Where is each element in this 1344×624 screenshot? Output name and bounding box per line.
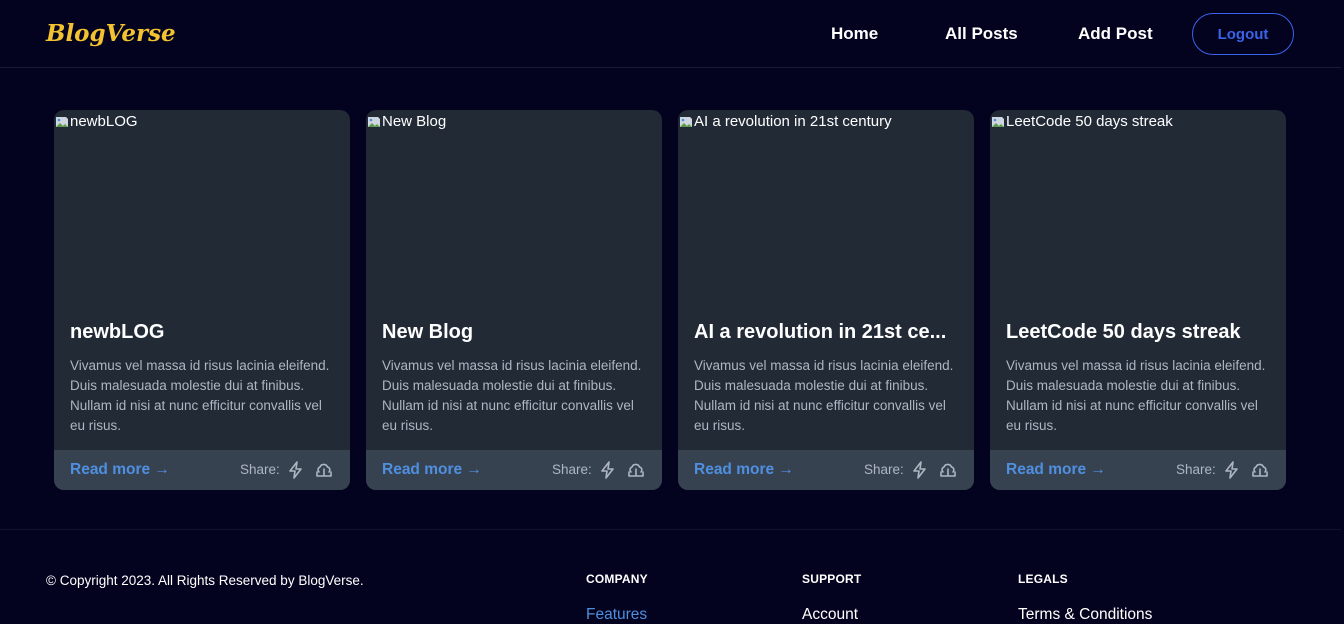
read-more-link[interactable]: Read more → bbox=[1006, 461, 1106, 479]
lightning-icon[interactable] bbox=[910, 460, 930, 480]
footer-heading: LEGALS bbox=[1018, 572, 1068, 586]
post-title[interactable]: New Blog bbox=[382, 321, 646, 344]
post-title[interactable]: newbLOG bbox=[70, 321, 334, 344]
post-image-alt-text: newbLOG bbox=[70, 113, 138, 130]
post-image-alt-text: New Blog bbox=[382, 113, 447, 130]
post-grid: newbLOG newbLOG Vivamus vel massa id ris… bbox=[54, 110, 1286, 490]
broken-image-icon bbox=[366, 114, 382, 130]
read-more-link[interactable]: Read more → bbox=[382, 461, 482, 479]
cloud-upload-icon[interactable] bbox=[626, 460, 646, 480]
post-excerpt: Vivamus vel massa id risus lacinia eleif… bbox=[382, 358, 642, 433]
post-card: AI a revolution in 21st century AI a rev… bbox=[678, 110, 974, 490]
post-title[interactable]: LeetCode 50 days streak bbox=[1006, 321, 1270, 344]
footer-divider bbox=[0, 529, 1341, 530]
cloud-upload-icon[interactable] bbox=[938, 460, 958, 480]
nav-add-post[interactable]: Add Post bbox=[1078, 24, 1153, 44]
footer-column-support: SUPPORT Account bbox=[802, 572, 862, 623]
post-image-alt-text: LeetCode 50 days streak bbox=[1006, 113, 1173, 130]
lightning-icon[interactable] bbox=[598, 460, 618, 480]
post-image[interactable]: New Blog bbox=[366, 110, 662, 310]
footer-column-company: COMPANY Features bbox=[586, 572, 648, 623]
broken-image-icon bbox=[990, 114, 1006, 130]
post-card-footer: Read more → Share: bbox=[678, 450, 974, 490]
post-image[interactable]: LeetCode 50 days streak bbox=[990, 110, 1286, 310]
footer-link-account[interactable]: Account bbox=[802, 606, 858, 624]
post-card-footer: Read more → Share: bbox=[54, 450, 350, 490]
post-title[interactable]: AI a revolution in 21st ce... bbox=[694, 321, 958, 344]
nav-home[interactable]: Home bbox=[831, 24, 878, 44]
footer-link-terms[interactable]: Terms & Conditions bbox=[1018, 606, 1152, 624]
navbar: BlogVerse Home All Posts Add Post Logout bbox=[0, 0, 1341, 68]
post-image-alt-text: AI a revolution in 21st century bbox=[694, 113, 892, 130]
broken-image-icon bbox=[54, 114, 70, 130]
logout-button[interactable]: Logout bbox=[1192, 13, 1294, 55]
share-label: Share: bbox=[552, 462, 592, 477]
post-image[interactable]: AI a revolution in 21st century bbox=[678, 110, 974, 310]
post-card: New Blog New Blog Vivamus vel massa id r… bbox=[366, 110, 662, 490]
post-card-footer: Read more → Share: bbox=[990, 450, 1286, 490]
lightning-icon[interactable] bbox=[1222, 460, 1242, 480]
footer-heading: SUPPORT bbox=[802, 572, 862, 586]
copyright-text: © Copyright 2023. All Rights Reserved by… bbox=[46, 573, 364, 588]
read-more-link[interactable]: Read more → bbox=[694, 461, 794, 479]
share-label: Share: bbox=[240, 462, 280, 477]
post-card-footer: Read more → Share: bbox=[366, 450, 662, 490]
footer-heading: COMPANY bbox=[586, 572, 648, 586]
brand-logo[interactable]: BlogVerse bbox=[46, 20, 176, 47]
cloud-upload-icon[interactable] bbox=[314, 460, 334, 480]
broken-image-icon bbox=[678, 114, 694, 130]
share-label: Share: bbox=[1176, 462, 1216, 477]
share-label: Share: bbox=[864, 462, 904, 477]
footer-link-features[interactable]: Features bbox=[586, 606, 647, 624]
footer-column-legals: LEGALS Terms & Conditions bbox=[1018, 572, 1152, 623]
read-more-link[interactable]: Read more → bbox=[70, 461, 170, 479]
nav-all-posts[interactable]: All Posts bbox=[945, 24, 1018, 44]
post-image[interactable]: newbLOG bbox=[54, 110, 350, 310]
post-excerpt: Vivamus vel massa id risus lacinia eleif… bbox=[70, 358, 330, 433]
post-excerpt: Vivamus vel massa id risus lacinia eleif… bbox=[1006, 358, 1266, 433]
lightning-icon[interactable] bbox=[286, 460, 306, 480]
post-excerpt: Vivamus vel massa id risus lacinia eleif… bbox=[694, 358, 954, 433]
cloud-upload-icon[interactable] bbox=[1250, 460, 1270, 480]
post-card: LeetCode 50 days streak LeetCode 50 days… bbox=[990, 110, 1286, 490]
post-card: newbLOG newbLOG Vivamus vel massa id ris… bbox=[54, 110, 350, 490]
